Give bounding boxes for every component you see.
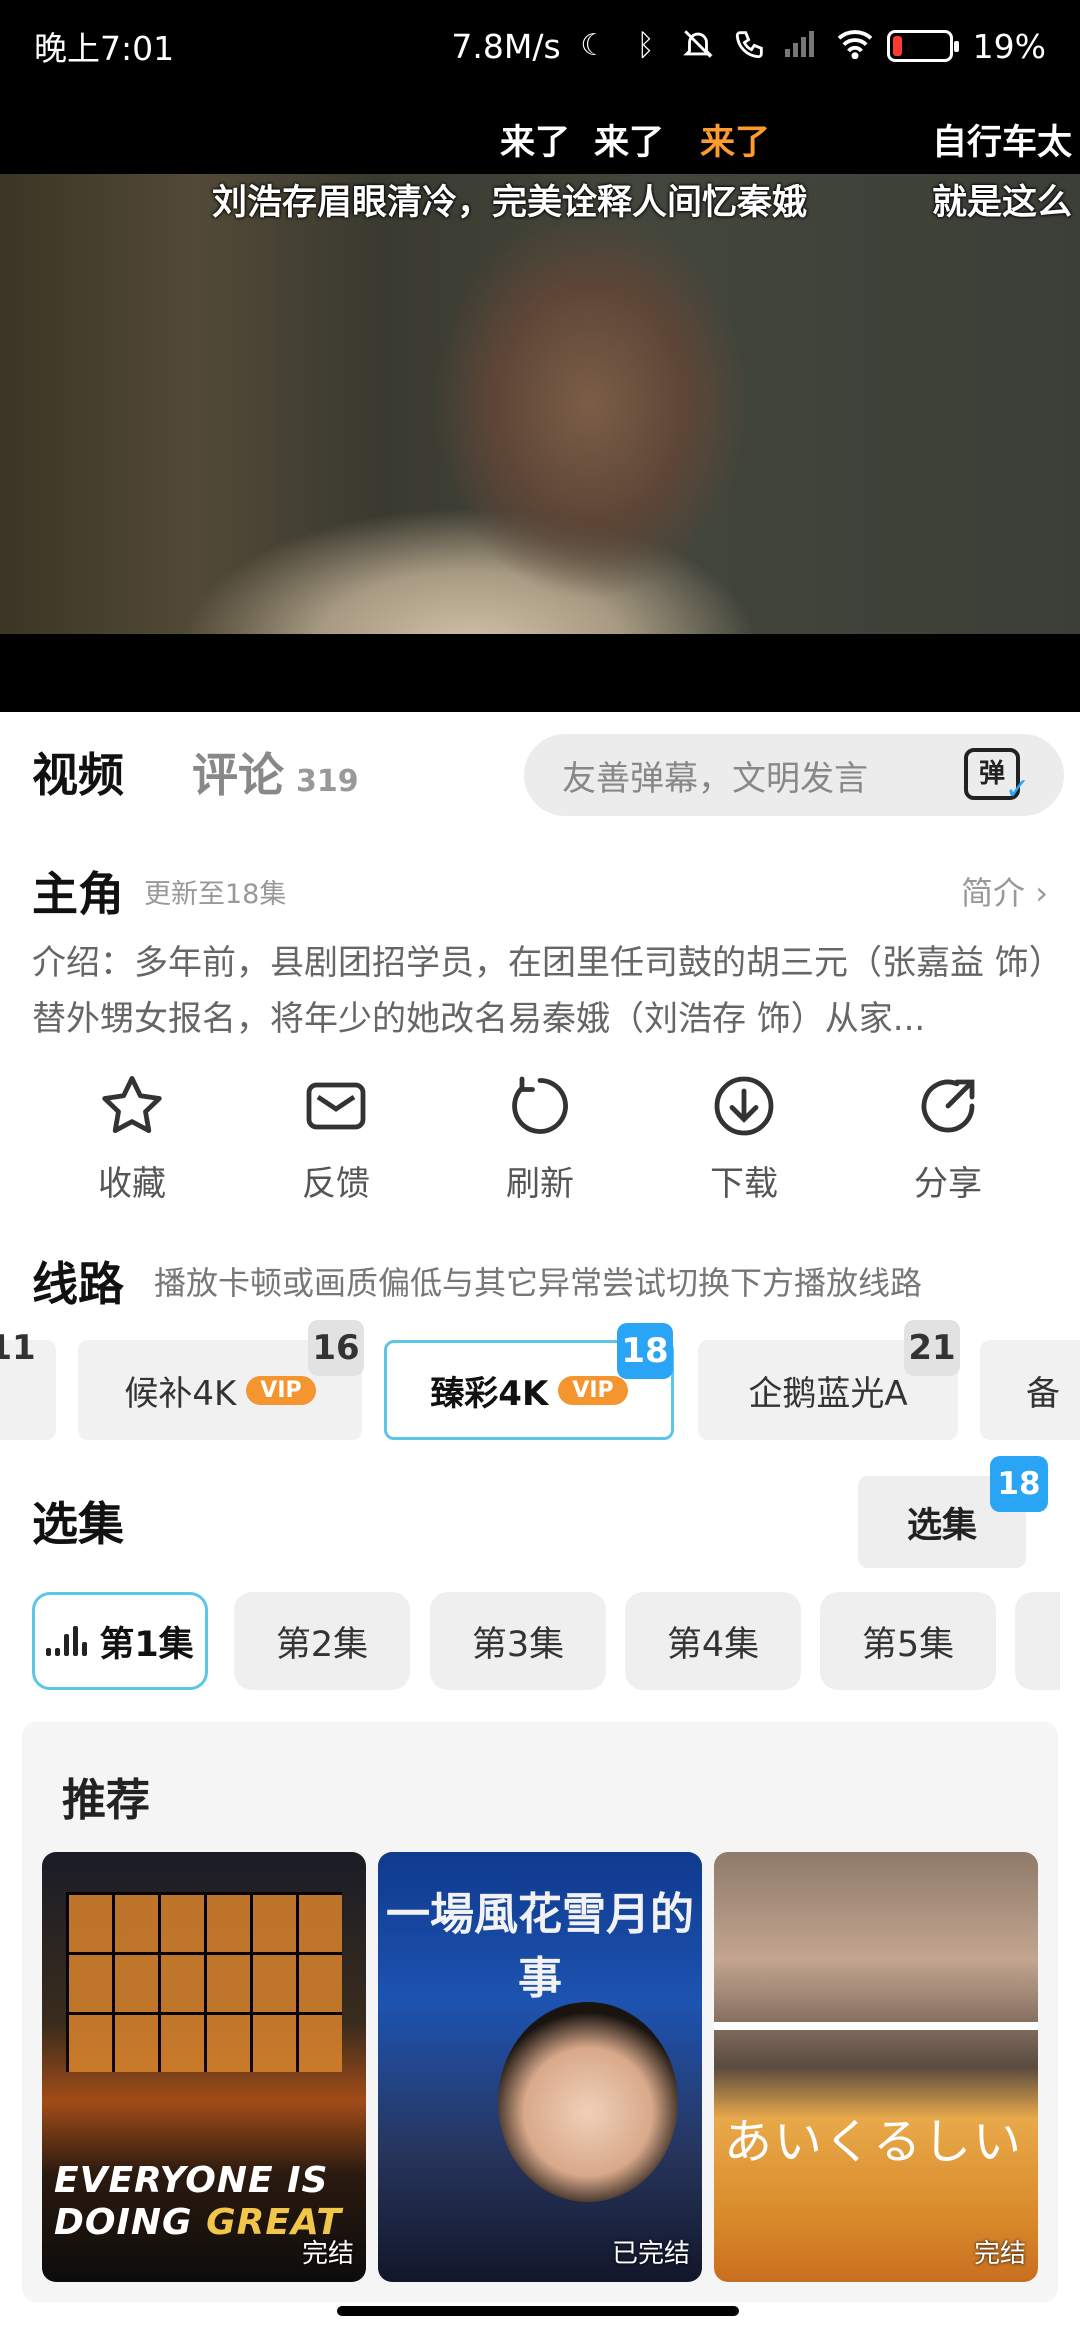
download-button[interactable]: 下载 (642, 1070, 846, 1210)
detail-tabs: 视频 评论 319 友善弹幕，文明发言 弹 (0, 712, 1080, 832)
share-icon (921, 1079, 975, 1133)
route-list: 11 候补4K VIP 16 臻彩4K VIP 18 企鹅蓝光A 21 备 (0, 1320, 1080, 1450)
route-badge: 16 (308, 1320, 364, 1376)
status-badge: 完结 (973, 2239, 1026, 2269)
status-bar: 晚上7:01 7.8M/s ☾ ᛒ 19% (0, 0, 1080, 92)
status-time: 晚上7:01 (34, 29, 175, 68)
tab-comments[interactable]: 评论 319 (192, 739, 359, 805)
share-button[interactable]: 分享 (846, 1070, 1050, 1210)
episode-title: 选集 (32, 1497, 124, 1551)
poster-art (66, 1892, 342, 2072)
intro-link-label: 简介 (961, 874, 1026, 912)
episode-item[interactable] (1015, 1592, 1060, 1690)
episode-item[interactable]: 第4集 (625, 1592, 801, 1690)
favorite-button[interactable]: 收藏 (30, 1070, 234, 1210)
danmaku-comment: 自行车太 (932, 123, 1073, 163)
route-label: 备 (1026, 1373, 1060, 1414)
recommend-poster[interactable]: EVERYONE IS DOING GREAT 完结 (42, 1852, 366, 2282)
video-player[interactable]: 来了 来了 来了 自行车太 刘浩存眉眼清冷，完美诠释人间忆秦娥 就是这么 (0, 92, 1080, 712)
battery-icon (886, 30, 959, 62)
network-speed: 7.8M/s (451, 26, 561, 66)
poster-art (714, 2022, 1038, 2030)
playing-bars-icon (46, 1626, 88, 1656)
danmaku-toggle-icon[interactable]: 弹 (964, 748, 1030, 812)
route-badge: 21 (904, 1320, 960, 1376)
route-label: 企鹅蓝光A (748, 1373, 908, 1414)
feedback-button[interactable]: 反馈 (234, 1070, 438, 1210)
vip-badge: VIP (246, 1375, 316, 1405)
show-title: 主角 (32, 867, 124, 921)
recommend-section: 推荐 EVERYONE IS DOING GREAT 完结 一場風花雪月的事 已完… (22, 1722, 1058, 2302)
status-badge: 完结 (301, 2239, 354, 2269)
tab-video[interactable]: 视频 (32, 739, 124, 805)
episode-item[interactable]: 第3集 (430, 1592, 606, 1690)
video-frame (0, 174, 1080, 634)
poster-title-art: EVERYONE IS DOING GREAT (54, 2160, 342, 2244)
feedback-label: 反馈 (302, 1164, 370, 1204)
danmaku-comment: 刘浩存眉眼清冷，完美诠释人间忆秦娥 (212, 183, 808, 223)
mail-icon (306, 1082, 366, 1130)
share-label: 分享 (914, 1164, 982, 1204)
status-icons: 7.8M/s ☾ ᛒ 19% (451, 27, 1046, 66)
intro-link[interactable]: 简介 › (961, 868, 1048, 914)
poster-title-art: 一場風花雪月的事 (386, 1889, 694, 2004)
favorite-label: 收藏 (98, 1164, 166, 1204)
comments-count: 319 (296, 764, 359, 799)
poster-line1: EVERYONE IS (54, 2160, 329, 2201)
route-item[interactable]: 11 (0, 1328, 56, 1440)
show-header: 主角 更新至18集 简介 › (32, 860, 1048, 922)
danmaku-comment-highlight: 来了 (700, 123, 771, 163)
episode-list: 第1集 第2集 第3集 第4集 第5集 (0, 1592, 1060, 1692)
chevron-right-icon: › (1035, 874, 1048, 912)
refresh-button[interactable]: 刷新 (438, 1070, 642, 1210)
tab-comments-label: 评论 (192, 748, 284, 802)
route-label: 候补4K (124, 1373, 237, 1414)
episode-item-active[interactable]: 第1集 (32, 1592, 208, 1690)
poster-title-art: あいくるしい (724, 2114, 1024, 2170)
route-badge: 18 (617, 1323, 673, 1379)
recommend-title: 推荐 (62, 1775, 150, 1826)
episode-label: 第1集 (99, 1624, 194, 1665)
refresh-label: 刷新 (506, 1164, 574, 1204)
route-tip: 播放卡顿或画质偏低与其它异常尝试切换下方播放线路 (154, 1264, 923, 1302)
action-bar: 收藏 反馈 刷新 下载 分享 (0, 1070, 1080, 1210)
danmaku-placeholder: 友善弹幕，文明发言 (562, 758, 868, 799)
signal-icon (783, 27, 821, 65)
danmaku-comment: 来了 (500, 123, 571, 163)
refresh-icon (512, 1076, 568, 1134)
route-label: 臻彩4K (430, 1373, 549, 1414)
episode-item[interactable]: 第5集 (820, 1592, 996, 1690)
show-description[interactable]: 介绍：多年前，县剧团招学员，在团里任司鼓的胡三元（张嘉益 饰）替外甥女报名，将年… (32, 935, 1048, 1047)
moon-icon: ☾ (580, 28, 608, 63)
route-title: 线路 (32, 1257, 124, 1311)
episode-item[interactable]: 第2集 (234, 1592, 410, 1690)
call-icon (731, 27, 769, 65)
route-header: 线路 播放卡顿或画质偏低与其它异常尝试切换下方播放线路 (32, 1250, 1062, 1312)
danmaku-comment: 就是这么 (932, 183, 1073, 223)
poster-art (498, 2002, 678, 2202)
status-badge: 已完结 (611, 2239, 690, 2269)
bluetooth-icon: ᛒ (636, 28, 655, 63)
danmaku-comment: 来了 (594, 123, 665, 163)
star-icon (102, 1076, 162, 1133)
download-label: 下载 (710, 1164, 778, 1204)
recommend-poster[interactable]: 一場風花雪月的事 已完结 (378, 1852, 702, 2282)
danmaku-input[interactable]: 友善弹幕，文明发言 弹 (524, 734, 1064, 816)
route-item[interactable]: 企鹅蓝光A 21 (698, 1320, 960, 1440)
vip-badge: VIP (558, 1375, 628, 1405)
episode-count-badge: 18 (990, 1456, 1048, 1512)
battery-percent: 19% (972, 26, 1046, 66)
recommend-poster[interactable]: あいくるしい 完结 (714, 1852, 1038, 2282)
mute-bell-icon (679, 27, 717, 65)
update-status: 更新至18集 (144, 878, 287, 910)
home-indicator[interactable] (337, 2306, 739, 2316)
download-icon (714, 1076, 774, 1136)
poster-line2a: DOING (54, 2202, 207, 2243)
route-item[interactable]: 备 (980, 1340, 1080, 1440)
route-badge: 11 (0, 1328, 36, 1368)
route-item-active[interactable]: 臻彩4K VIP 18 (384, 1323, 674, 1440)
wifi-icon (835, 27, 873, 65)
route-item[interactable]: 候补4K VIP 16 (78, 1320, 364, 1440)
